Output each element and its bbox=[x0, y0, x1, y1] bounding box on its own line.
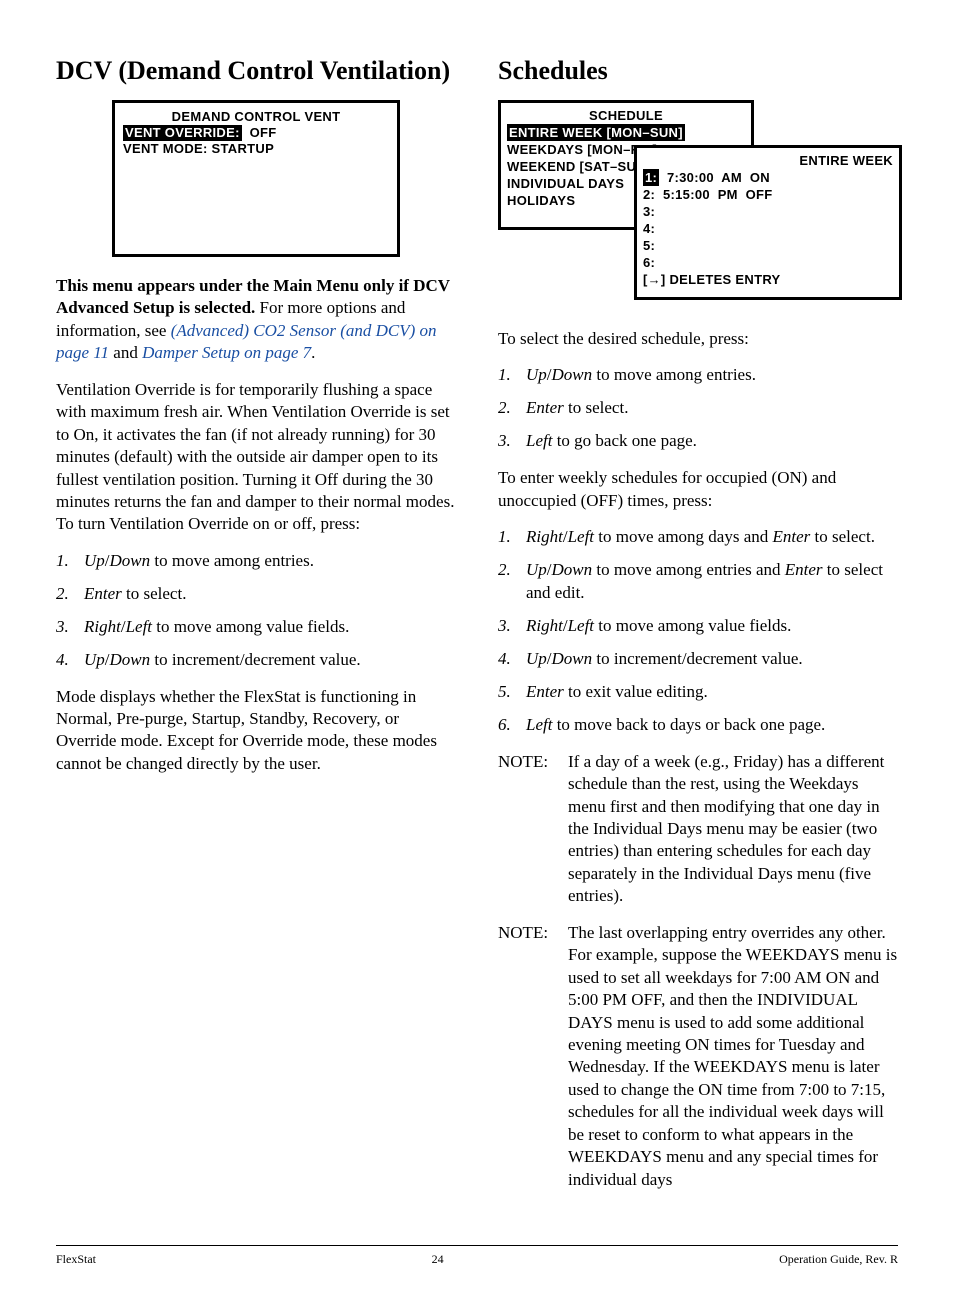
list-item-body: Enter to exit value editing. bbox=[526, 681, 898, 704]
list-item-number: 2. bbox=[498, 397, 526, 420]
sched-para-1: To select the desired schedule, press: bbox=[498, 328, 898, 350]
schedule-front-row: 3: bbox=[643, 203, 893, 220]
list-item-number: 1. bbox=[56, 550, 84, 573]
schedule-front-row: 2: 5:15:00 PM OFF bbox=[643, 186, 893, 203]
list-item: 4.Up/Down to increment/decrement value. bbox=[498, 648, 898, 671]
left-column: DCV (Demand Control Ventilation) DEMAND … bbox=[56, 56, 456, 1205]
note-1-label: NOTE: bbox=[498, 751, 568, 908]
schedule-front-footer: [→] DELETES ENTRY bbox=[643, 271, 893, 288]
list-item-body: Up/Down to increment/decrement value. bbox=[84, 649, 456, 672]
dcv-intro-para: This menu appears under the Main Menu on… bbox=[56, 275, 456, 365]
schedules-heading: Schedules bbox=[498, 56, 898, 86]
list-item: 1.Up/Down to move among entries. bbox=[56, 550, 456, 573]
schedule-front-row: 6: bbox=[643, 254, 893, 271]
list-item-number: 3. bbox=[56, 616, 84, 639]
note-2-body: The last overlapping entry overrides any… bbox=[568, 922, 898, 1191]
two-column-layout: DCV (Demand Control Ventilation) DEMAND … bbox=[56, 56, 898, 1205]
list-item-number: 6. bbox=[498, 714, 526, 737]
sched-list-2: 1.Right/Left to move among days and Ente… bbox=[498, 526, 898, 737]
list-item: 1.Up/Down to move among entries. bbox=[498, 364, 898, 387]
list-item-number: 4. bbox=[498, 648, 526, 671]
note-1: NOTE: If a day of a week (e.g., Friday) … bbox=[498, 751, 898, 908]
list-item-number: 3. bbox=[498, 615, 526, 638]
lcd-vent-override-label: VENT OVERRIDE: bbox=[123, 125, 242, 141]
list-item-number: 1. bbox=[498, 526, 526, 549]
list-item-body: Up/Down to move among entries and Enter … bbox=[526, 559, 898, 605]
list-item: 6.Left to move back to days or back one … bbox=[498, 714, 898, 737]
dcv-para-3: Mode displays whether the FlexStat is fu… bbox=[56, 686, 456, 776]
list-item-body: Enter to select. bbox=[526, 397, 898, 420]
list-item-number: 5. bbox=[498, 681, 526, 704]
note-2: NOTE: The last overlapping entry overrid… bbox=[498, 922, 898, 1191]
page-footer: FlexStat 24 Operation Guide, Rev. R bbox=[56, 1245, 898, 1267]
footer-left: FlexStat bbox=[56, 1252, 96, 1267]
schedule-front-row: 1: 7:30:00 AM ON bbox=[643, 169, 893, 186]
schedule-lcds: SCHEDULE ENTIRE WEEK [MON–SUN] WEEKDAYS … bbox=[498, 100, 908, 310]
list-item-body: Up/Down to move among entries. bbox=[84, 550, 456, 573]
right-column: Schedules SCHEDULE ENTIRE WEEK [MON–SUN]… bbox=[498, 56, 898, 1205]
schedule-front-row: 5: bbox=[643, 237, 893, 254]
list-item-body: Up/Down to increment/decrement value. bbox=[526, 648, 898, 671]
page: DCV (Demand Control Ventilation) DEMAND … bbox=[0, 0, 954, 1307]
schedule-front-title: ENTIRE WEEK bbox=[643, 152, 893, 169]
list-item: 3.Right/Left to move among value fields. bbox=[56, 616, 456, 639]
list-item: 3.Left to go back one page. bbox=[498, 430, 898, 453]
sched-list-1: 1.Up/Down to move among entries.2.Enter … bbox=[498, 364, 898, 453]
sched-para-2: To enter weekly schedules for occupied (… bbox=[498, 467, 898, 512]
list-item-number: 2. bbox=[56, 583, 84, 606]
dcv-para-2: Ventilation Override is for temporarily … bbox=[56, 379, 456, 536]
list-item-body: Up/Down to move among entries. bbox=[526, 364, 898, 387]
lcd-line-1: VENT OVERRIDE: OFF bbox=[123, 125, 389, 141]
list-item-body: Right/Left to move among value fields. bbox=[84, 616, 456, 639]
dcv-steps-list: 1.Up/Down to move among entries.2.Enter … bbox=[56, 550, 456, 672]
dcv-lcd: DEMAND CONTROL VENT VENT OVERRIDE: OFF V… bbox=[112, 100, 400, 257]
footer-right: Operation Guide, Rev. R bbox=[779, 1252, 898, 1267]
list-item: 2.Enter to select. bbox=[498, 397, 898, 420]
schedule-lcd-front: ENTIRE WEEK 1: 7:30:00 AM ON2: 5:15:00 P… bbox=[634, 145, 902, 300]
list-item-body: Enter to select. bbox=[84, 583, 456, 606]
list-item: 1.Right/Left to move among days and Ente… bbox=[498, 526, 898, 549]
list-item-body: Right/Left to move among value fields. bbox=[526, 615, 898, 638]
list-item-number: 4. bbox=[56, 649, 84, 672]
list-item: 2.Enter to select. bbox=[56, 583, 456, 606]
schedule-front-row: 4: bbox=[643, 220, 893, 237]
list-item-body: Left to move back to days or back one pa… bbox=[526, 714, 898, 737]
dcv-heading: DCV (Demand Control Ventilation) bbox=[56, 56, 456, 86]
list-item-body: Right/Left to move among days and Enter … bbox=[526, 526, 898, 549]
list-item-number: 2. bbox=[498, 559, 526, 605]
lcd-title: DEMAND CONTROL VENT bbox=[123, 109, 389, 125]
list-item: 2.Up/Down to move among entries and Ente… bbox=[498, 559, 898, 605]
note-1-body: If a day of a week (e.g., Friday) has a … bbox=[568, 751, 898, 908]
list-item-number: 3. bbox=[498, 430, 526, 453]
schedule-back-line1: ENTIRE WEEK [MON–SUN] bbox=[507, 124, 745, 141]
footer-center: 24 bbox=[432, 1252, 444, 1267]
link-damper-setup[interactable]: Damper Setup on page 7 bbox=[142, 343, 311, 362]
list-item: 4.Up/Down to increment/decrement value. bbox=[56, 649, 456, 672]
list-item: 5.Enter to exit value editing. bbox=[498, 681, 898, 704]
list-item: 3.Right/Left to move among value fields. bbox=[498, 615, 898, 638]
note-2-label: NOTE: bbox=[498, 922, 568, 1191]
lcd-line-2: VENT MODE: STARTUP bbox=[123, 141, 389, 157]
list-item-number: 1. bbox=[498, 364, 526, 387]
schedule-back-title: SCHEDULE bbox=[507, 107, 745, 124]
list-item-body: Left to go back one page. bbox=[526, 430, 898, 453]
